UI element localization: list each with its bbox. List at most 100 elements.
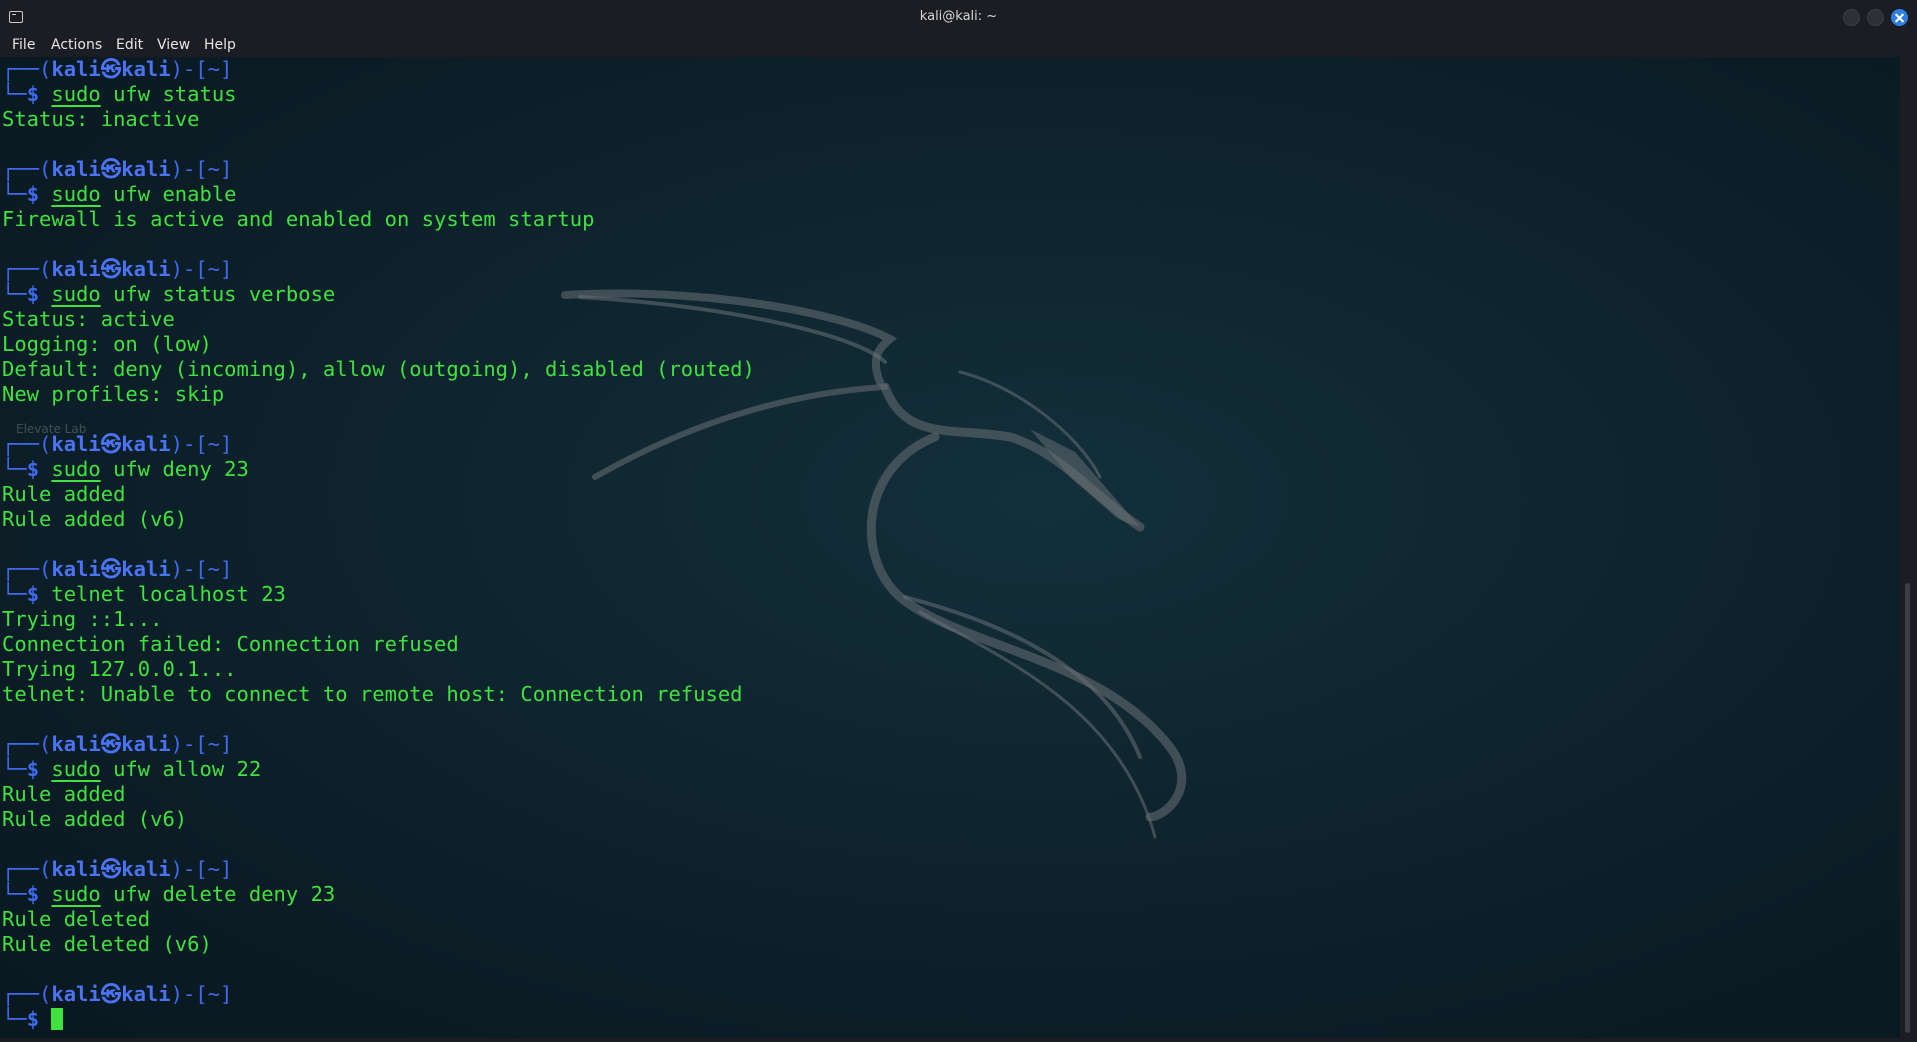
prompt-frame-bottom: └─ — [2, 882, 27, 906]
prompt-at-symbol: ㉿ — [100, 732, 122, 756]
prompt-frame: ┌──( — [2, 732, 52, 756]
prompt-directory: )-[~] — [170, 257, 233, 281]
prompt-directory: )-[~] — [170, 157, 233, 181]
output-line: Logging: on (low) — [2, 332, 212, 356]
prompt-line: ┌──(kali㉿kali)-[~] — [2, 432, 755, 457]
prompt-frame-bottom: └─ — [2, 1007, 27, 1031]
prompt-dollar: $ — [26, 757, 40, 781]
menu-actions[interactable]: Actions — [51, 37, 102, 53]
prompt-user: kali — [51, 157, 101, 181]
output-line: Trying 127.0.0.1... — [2, 657, 237, 681]
terminal-lines: ┌──(kali㉿kali)-[~] └─$ sudo ufw status Sta… — [2, 57, 755, 1032]
command-sudo: sudo — [51, 82, 101, 106]
prompt-at-symbol: ㉿ — [100, 982, 122, 1006]
prompt-line: ┌──(kali㉿kali)-[~] — [2, 57, 755, 82]
menu-edit[interactable]: Edit — [116, 37, 143, 53]
terminal-cursor — [51, 1008, 64, 1030]
command-text: ufw deny 23 — [100, 457, 249, 481]
prompt-directory: )-[~] — [170, 857, 233, 881]
prompt-at-symbol: ㉿ — [100, 157, 122, 181]
prompt-at-symbol: ㉿ — [100, 57, 122, 81]
command-sudo: sudo — [51, 882, 101, 906]
command-sudo: sudo — [51, 757, 101, 781]
prompt-frame-bottom: └─ — [2, 182, 27, 206]
terminal-output-area[interactable]: Elevate Lab ┌──(kali㉿kali)-[~] └─$ sudo u… — [0, 57, 1900, 1038]
prompt-at-symbol: ㉿ — [100, 857, 122, 881]
output-line: Rule added — [2, 482, 126, 506]
prompt-host: kali — [121, 432, 171, 456]
prompt-dollar: $ — [26, 82, 40, 106]
prompt-host: kali — [121, 732, 171, 756]
command-sudo: sudo — [51, 282, 101, 306]
prompt-frame-bottom: └─ — [2, 582, 27, 606]
maximize-button[interactable] — [1867, 9, 1884, 26]
command-line: └─$ — [2, 1007, 755, 1032]
prompt-host: kali — [121, 857, 171, 881]
output-line: Firewall is active and enabled on system… — [2, 207, 595, 231]
command-line: └─$ telnet localhost 23 — [2, 582, 755, 607]
prompt-frame-bottom: └─ — [2, 457, 27, 481]
prompt-dollar: $ — [26, 282, 40, 306]
minimize-button[interactable] — [1843, 9, 1860, 26]
output-line: Rule deleted (v6) — [2, 932, 212, 956]
prompt-user: kali — [51, 857, 101, 881]
close-button[interactable] — [1891, 9, 1908, 26]
prompt-user: kali — [51, 732, 101, 756]
window-bottom-border — [0, 1038, 1917, 1042]
prompt-host: kali — [121, 157, 171, 181]
prompt-frame-bottom: └─ — [2, 82, 27, 106]
prompt-dollar: $ — [26, 457, 40, 481]
output-line: Trying ::1... — [2, 607, 163, 631]
command-sudo: sudo — [51, 182, 101, 206]
scrollbar-thumb[interactable] — [1905, 583, 1910, 1033]
prompt-line: ┌──(kali㉿kali)-[~] — [2, 157, 755, 182]
menu-help[interactable]: Help — [204, 37, 236, 53]
prompt-dollar: $ — [26, 582, 40, 606]
prompt-directory: )-[~] — [170, 732, 233, 756]
prompt-frame: ┌──( — [2, 57, 52, 81]
prompt-frame: ┌──( — [2, 982, 52, 1006]
output-line: Rule deleted — [2, 907, 151, 931]
prompt-dollar: $ — [26, 882, 40, 906]
command-sudo: sudo — [51, 457, 101, 481]
menu-bar: File Actions Edit View Help — [0, 35, 1917, 57]
prompt-frame: ┌──( — [2, 557, 52, 581]
prompt-line: ┌──(kali㉿kali)-[~] — [2, 732, 755, 757]
output-line: Default: deny (incoming), allow (outgoin… — [2, 357, 755, 381]
prompt-directory: )-[~] — [170, 432, 233, 456]
menu-file[interactable]: File — [12, 37, 35, 53]
command-line: └─$ sudo ufw status — [2, 82, 755, 107]
prompt-user: kali — [51, 557, 101, 581]
prompt-host: kali — [121, 557, 171, 581]
terminal-window: kali@kali: ~ File Actions Edit View Help… — [0, 0, 1917, 1042]
prompt-frame: ┌──( — [2, 857, 52, 881]
command-text: ufw enable — [100, 182, 237, 206]
prompt-user: kali — [51, 982, 101, 1006]
command-text: ufw allow 22 — [100, 757, 262, 781]
prompt-line: ┌──(kali㉿kali)-[~] — [2, 257, 755, 282]
output-line: telnet: Unable to connect to remote host… — [2, 682, 743, 706]
prompt-frame: ┌──( — [2, 157, 52, 181]
command-text: ufw status verbose — [100, 282, 336, 306]
prompt-line: ┌──(kali㉿kali)-[~] — [2, 557, 755, 582]
prompt-at-symbol: ㉿ — [100, 257, 122, 281]
menu-view[interactable]: View — [157, 37, 190, 53]
prompt-frame: ┌──( — [2, 257, 52, 281]
prompt-dollar: $ — [26, 1007, 40, 1031]
command-line: └─$ sudo ufw status verbose — [2, 282, 755, 307]
command-line: └─$ sudo ufw delete deny 23 — [2, 882, 755, 907]
command-text: ufw delete deny 23 — [100, 882, 336, 906]
command-line: └─$ sudo ufw allow 22 — [2, 757, 755, 782]
command-line: └─$ sudo ufw deny 23 — [2, 457, 755, 482]
title-bar[interactable]: kali@kali: ~ — [0, 0, 1917, 35]
prompt-line: ┌──(kali㉿kali)-[~] — [2, 857, 755, 882]
prompt-frame: ┌──( — [2, 432, 52, 456]
prompt-directory: )-[~] — [170, 557, 233, 581]
prompt-frame-bottom: └─ — [2, 757, 27, 781]
command-line: └─$ sudo ufw enable — [2, 182, 755, 207]
scrollbar[interactable] — [1900, 57, 1917, 1038]
